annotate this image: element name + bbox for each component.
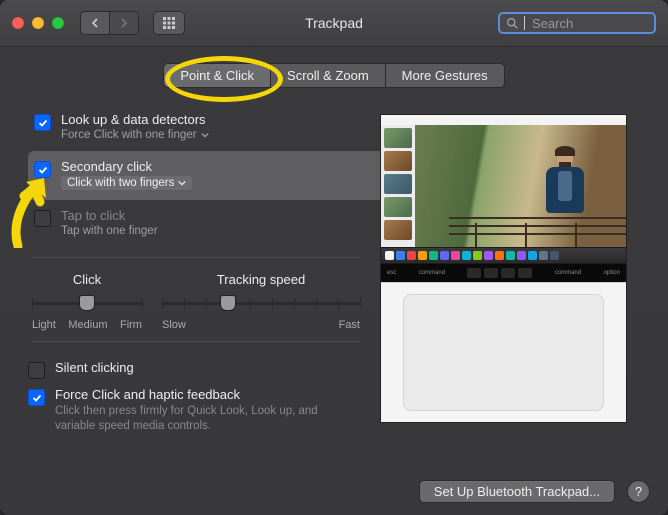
- help-button[interactable]: ?: [627, 480, 650, 503]
- checkbox-tap[interactable]: [34, 210, 51, 227]
- bluetooth-trackpad-button[interactable]: Set Up Bluetooth Trackpad...: [419, 480, 615, 503]
- text-caret: [524, 16, 525, 30]
- check-icon: [32, 393, 42, 403]
- close-button[interactable]: [12, 17, 24, 29]
- preview-touchbar: esc command command option: [381, 263, 626, 282]
- click-slider-block: Click Light Medium Firm: [32, 272, 142, 331]
- preview-trackpad-surface: [403, 294, 604, 411]
- chevron-right-icon: [119, 18, 129, 28]
- trackpad-preview: esc command command option: [380, 114, 627, 423]
- option-tap-to-click[interactable]: Tap to click Tap with one finger: [28, 200, 364, 247]
- tab-scroll-zoom[interactable]: Scroll & Zoom: [271, 64, 386, 87]
- option-tap-sub: Tap with one finger: [61, 225, 158, 237]
- preview-dock: [381, 247, 626, 263]
- tick-label: Light: [32, 319, 56, 331]
- preview-column: esc command command option: [380, 104, 640, 438]
- preferences-window: Trackpad Point & Click Scroll & Zoom Mor…: [0, 0, 668, 515]
- zoom-button[interactable]: [52, 17, 64, 29]
- option-secondary-click[interactable]: Secondary click Click with two fingers: [28, 151, 386, 200]
- tick-label: Fast: [339, 319, 360, 331]
- option-force-click[interactable]: Force Click and haptic feedback Click th…: [28, 383, 364, 438]
- checkbox-lookup[interactable]: [34, 114, 51, 131]
- options-column: Look up & data detectors Force Click wit…: [28, 104, 364, 438]
- footer: Set Up Bluetooth Trackpad... ?: [419, 480, 650, 503]
- minimize-button[interactable]: [32, 17, 44, 29]
- checkbox-silent[interactable]: [28, 362, 45, 379]
- checkbox-secondary[interactable]: [34, 161, 51, 178]
- chevron-down-icon: [201, 131, 209, 139]
- speed-slider-block: Tracking speed Slow Fast: [162, 272, 360, 331]
- check-icon: [38, 165, 48, 175]
- grid-icon: [162, 16, 176, 30]
- tick-label: Medium: [68, 319, 107, 331]
- tab-more-gestures[interactable]: More Gestures: [386, 64, 504, 87]
- option-secondary-label: Secondary click: [61, 159, 192, 174]
- option-secondary-sub[interactable]: Click with two fingers: [61, 176, 192, 190]
- click-slider-label: Click: [73, 272, 101, 287]
- tick-label: Slow: [162, 319, 186, 331]
- preview-trackpad-body: [381, 282, 626, 422]
- option-lookup-sub[interactable]: Force Click with one finger: [61, 129, 209, 141]
- search-field[interactable]: [498, 12, 656, 34]
- nav-segment: [80, 11, 139, 35]
- check-icon: [38, 118, 48, 128]
- tab-bar: Point & Click Scroll & Zoom More Gesture…: [0, 63, 668, 88]
- slider-knob[interactable]: [220, 295, 236, 311]
- tick-label: Firm: [120, 319, 142, 331]
- search-icon: [506, 17, 519, 30]
- option-silent-clicking[interactable]: Silent clicking: [28, 356, 364, 383]
- chevron-left-icon: [90, 18, 100, 28]
- option-lookup-label: Look up & data detectors: [61, 112, 209, 127]
- speed-slider-label: Tracking speed: [217, 272, 305, 287]
- separator: [32, 341, 360, 342]
- option-tap-label: Tap to click: [61, 208, 158, 223]
- titlebar: Trackpad: [0, 0, 668, 47]
- separator: [32, 257, 360, 258]
- force-sub: Click then press firmly for Quick Look, …: [55, 404, 355, 434]
- tab-point-click[interactable]: Point & Click: [164, 64, 271, 87]
- search-input[interactable]: [530, 15, 648, 32]
- slider-knob[interactable]: [79, 295, 95, 311]
- force-label: Force Click and haptic feedback: [55, 387, 355, 402]
- checkbox-force[interactable]: [28, 389, 45, 406]
- option-lookup[interactable]: Look up & data detectors Force Click wit…: [28, 104, 364, 151]
- traffic-lights: [12, 17, 64, 29]
- back-button[interactable]: [81, 12, 110, 34]
- chevron-down-icon: [178, 179, 186, 187]
- forward-button[interactable]: [110, 12, 138, 34]
- speed-slider[interactable]: [162, 293, 360, 313]
- preview-screen: [381, 115, 626, 247]
- click-slider[interactable]: [32, 293, 142, 313]
- show-all-button[interactable]: [153, 11, 185, 35]
- content-area: Look up & data detectors Force Click wit…: [0, 88, 668, 438]
- sliders-row: Click Light Medium Firm Tracking speed: [28, 272, 364, 331]
- silent-label: Silent clicking: [55, 360, 134, 375]
